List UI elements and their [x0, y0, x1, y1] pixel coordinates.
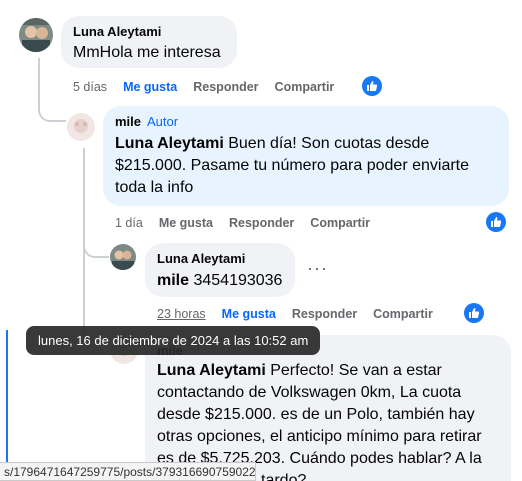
comment-text: mile 3454193036 [157, 270, 283, 292]
comment-text: MmHola me interesa [73, 44, 221, 61]
like-reaction-icon[interactable] [486, 212, 506, 232]
comment-bubble: Luna Aleytami MmHola me interesa [61, 16, 237, 68]
share-button[interactable]: Compartir [310, 216, 370, 230]
thread-line [38, 58, 66, 122]
comment-line: desde $215.000. es de un Polo, también h… [157, 406, 475, 423]
comment-actions: 5 días Me gusta Responder Compartir [73, 80, 334, 94]
reply-button[interactable]: Responder [292, 307, 357, 321]
comment-author[interactable]: Luna Aleytami [157, 251, 283, 267]
like-reaction-icon[interactable] [464, 303, 484, 323]
comment-actions: 1 día Me gusta Responder Compartir [115, 216, 370, 230]
reply-button[interactable]: Responder [193, 80, 258, 94]
share-button[interactable]: Compartir [275, 80, 335, 94]
avatar[interactable] [19, 18, 53, 52]
more-options-icon[interactable]: ··· [307, 258, 328, 279]
comment-body: 3454193036 [193, 272, 283, 289]
mention[interactable]: Luna Aleytami [115, 135, 224, 152]
comment-author[interactable]: mile Autor [115, 114, 497, 130]
comment-text: Luna Aleytami Buen día! Son cuotas desde… [115, 133, 497, 199]
comment-line: otras opciones, el anticipo mínimo para … [157, 428, 482, 445]
mention[interactable]: Luna Aleytami [157, 362, 266, 379]
comment-time[interactable]: 5 días [73, 80, 107, 94]
focus-indicator [6, 330, 8, 480]
like-button[interactable]: Me gusta [123, 80, 177, 94]
author-name[interactable]: mile [115, 114, 141, 129]
comment-line: contactando de Volkswagen 0km, La cuota [157, 384, 462, 401]
comment-bubble: mile Autor Luna Aleytami Buen día! Son cu… [103, 106, 509, 206]
share-button[interactable]: Compartir [373, 307, 433, 321]
comment-time[interactable]: 23 horas [157, 307, 206, 321]
comment-line: Perfecto! Se van a estar [270, 362, 442, 379]
like-button[interactable]: Me gusta [222, 307, 276, 321]
comment-bubble: Luna Aleytami mile 3454193036 [145, 243, 295, 297]
mention[interactable]: mile [157, 272, 189, 289]
comment-time[interactable]: 1 día [115, 216, 143, 230]
link-status-bar: s/1796471647259775/posts/379316690759022… [0, 462, 256, 481]
like-reaction-icon[interactable] [362, 76, 382, 96]
like-button[interactable]: Me gusta [159, 216, 213, 230]
reply-button[interactable]: Responder [229, 216, 294, 230]
timestamp-tooltip: lunes, 16 de diciembre de 2024 a las 10:… [26, 326, 321, 355]
comment-actions: 23 horas Me gusta Responder Compartir [157, 307, 433, 321]
comment-bubble: mile Luna Aleytami Perfecto! Se van a es… [145, 335, 511, 481]
author-badge: Autor [147, 114, 179, 129]
avatar[interactable] [67, 113, 95, 141]
avatar[interactable] [110, 244, 136, 270]
comment-author[interactable]: Luna Aleytami [73, 24, 225, 40]
thread-line [83, 236, 109, 258]
